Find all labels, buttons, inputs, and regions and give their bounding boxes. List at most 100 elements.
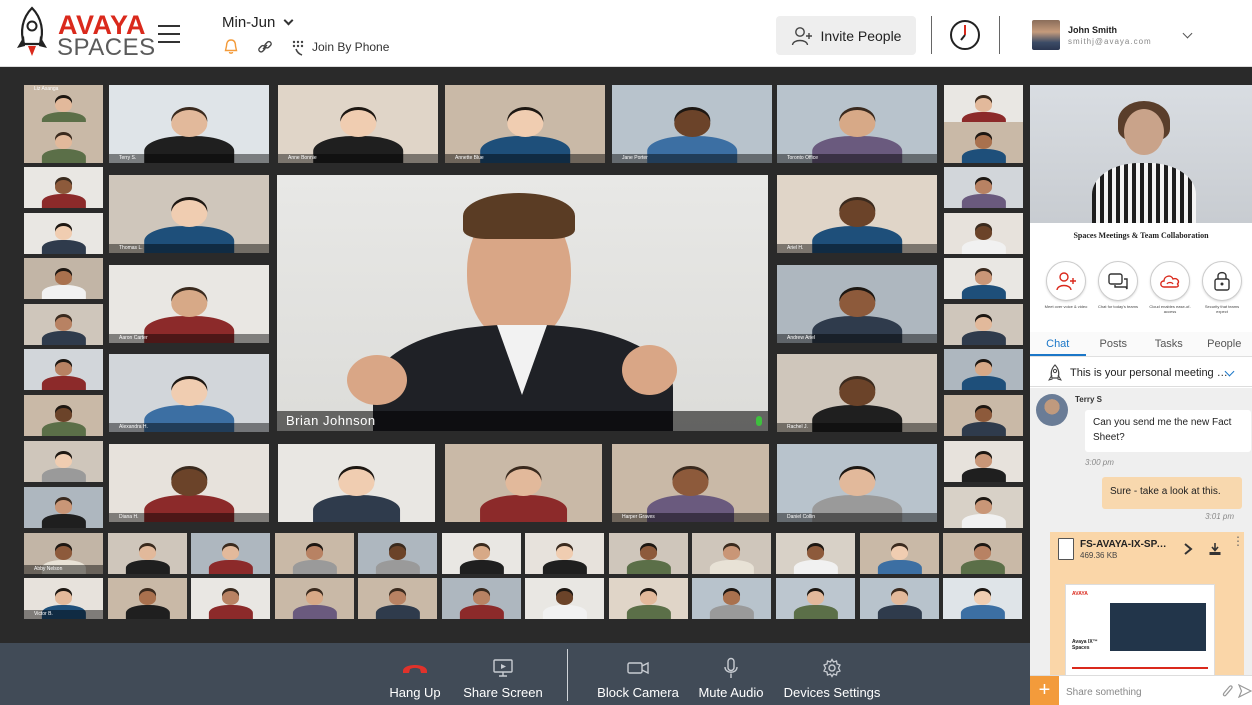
user-profile[interactable]: John Smith smithj@avaya.com (1032, 20, 1152, 50)
participant-video-tile[interactable]: Abby Nelson (24, 533, 103, 574)
add-attachment-button[interactable]: + (1030, 676, 1059, 705)
participant-video-tile[interactable] (24, 258, 103, 299)
clock-icon[interactable] (949, 19, 981, 51)
participant-video-tile[interactable] (108, 533, 187, 574)
call-controls-toolbar: Hang Up Share Screen Block Camera Mute A… (0, 643, 1030, 705)
participant-video-tile[interactable]: Ariel H. (777, 175, 937, 253)
participant-video-tile[interactable] (278, 444, 435, 522)
participant-video-tile[interactable] (358, 578, 437, 619)
participant-video-tile[interactable] (445, 444, 602, 522)
participant-video-tile[interactable]: Alexandra H. (109, 354, 269, 432)
participant-video-tile[interactable]: Diana H. (109, 444, 269, 522)
feature-cloud[interactable]: Cloud enables ease-of-access (1148, 261, 1192, 314)
invite-people-button[interactable]: Invite People (776, 16, 916, 55)
participant-video-tile[interactable] (609, 533, 688, 574)
participant-video-tile[interactable] (525, 578, 604, 619)
participant-video-tile[interactable]: Victor B. (24, 578, 103, 619)
meeting-title-dropdown[interactable]: Min-Jun (222, 14, 294, 31)
participant-video-tile[interactable]: Harper Graves (612, 444, 769, 522)
participant-video-tile[interactable] (860, 533, 939, 574)
participant-video-tile[interactable] (24, 349, 103, 390)
participant-video-tile[interactable] (442, 533, 521, 574)
participant-video-tile[interactable] (776, 533, 855, 574)
chevron-right-icon[interactable] (1182, 542, 1194, 556)
participant-video-tile[interactable]: Toronto Office (777, 85, 937, 163)
participant-video-tile[interactable]: Daniel Collin (777, 444, 937, 522)
participant-video-tile[interactable] (944, 213, 1023, 254)
participant-video-tile[interactable] (943, 578, 1022, 619)
participant-video-tile[interactable] (24, 122, 103, 163)
participant-video-tile[interactable] (944, 395, 1023, 436)
participant-video-tile[interactable] (275, 578, 354, 619)
feature-security[interactable]: Security that teams expect (1200, 261, 1244, 314)
participant-video-tile[interactable] (692, 533, 771, 574)
participant-video-tile[interactable] (943, 533, 1022, 574)
participant-video-tile[interactable] (609, 578, 688, 619)
bell-icon[interactable] (222, 38, 240, 56)
participant-video-tile[interactable]: Jane Porter (612, 85, 772, 163)
participant-video-tile[interactable] (191, 578, 270, 619)
avaya-spaces-logo[interactable]: AVAYA SPACES (14, 6, 155, 62)
participant-video-tile[interactable] (24, 167, 103, 208)
link-icon[interactable] (256, 38, 274, 56)
feature-voice-video[interactable]: Meet over voice & video (1044, 261, 1088, 314)
participant-video-tile[interactable]: Rachel J. (777, 354, 937, 432)
block-camera-button[interactable]: Block Camera (596, 657, 680, 700)
meeting-actions-row: Join By Phone (222, 38, 389, 56)
participant-video-tile[interactable]: Terry S. (109, 85, 269, 163)
devices-settings-button[interactable]: Devices Settings (782, 657, 882, 700)
file-preview-thumbnail[interactable]: AVAYA Avaya IX™ Spaces (1065, 584, 1215, 675)
chevron-down-icon[interactable] (1182, 28, 1193, 39)
participant-video-tile[interactable] (944, 441, 1023, 482)
tab-people[interactable]: People (1197, 332, 1252, 356)
participant-video-tile[interactable] (944, 349, 1023, 390)
participant-name-label: Jane Porter (612, 154, 772, 163)
participant-video-tile[interactable] (24, 395, 103, 436)
main-speaker-video[interactable]: Brian Johnson (277, 175, 768, 431)
participant-video-tile[interactable] (944, 304, 1023, 345)
participant-video-tile[interactable] (358, 533, 437, 574)
message-input[interactable] (1066, 684, 1216, 700)
participant-video-tile[interactable] (944, 122, 1023, 163)
participant-video-tile[interactable]: Anne Bonnie (278, 85, 438, 163)
download-icon[interactable] (1208, 542, 1222, 556)
participant-video-tile[interactable] (275, 533, 354, 574)
mute-audio-button[interactable]: Mute Audio (696, 657, 766, 700)
personal-meeting-notice[interactable]: This is your personal meeting space (1030, 359, 1252, 387)
send-icon[interactable] (1238, 684, 1252, 698)
participant-video-tile[interactable]: Thomas L. (109, 175, 269, 253)
share-screen-button[interactable]: Share Screen (462, 657, 544, 700)
tab-posts[interactable]: Posts (1086, 332, 1142, 356)
file-attachment-card[interactable]: FS-AVAYA-IX-SPACES.pdf 469.36 KB AVAYA A… (1050, 532, 1244, 675)
participant-video-tile[interactable] (944, 167, 1023, 208)
participant-video-tile[interactable] (24, 487, 103, 528)
participant-video-tile[interactable]: Aaron Carter (109, 265, 269, 343)
participant-video-tile[interactable]: Liz Asanga (24, 85, 103, 126)
participant-video-tile[interactable]: Annette Blue (445, 85, 605, 163)
feature-chat[interactable]: Chat for today's teams (1096, 261, 1140, 314)
file-name[interactable]: FS-AVAYA-IX-SPACES.pdf (1080, 539, 1170, 550)
participant-video-tile[interactable] (24, 441, 103, 482)
participant-video-tile[interactable] (191, 533, 270, 574)
participant-video-tile[interactable] (24, 304, 103, 345)
participant-video-tile[interactable] (692, 578, 771, 619)
participant-video-tile[interactable] (944, 85, 1023, 126)
participant-video-tile[interactable]: Andrew Ariel (777, 265, 937, 343)
tab-chat[interactable]: Chat (1030, 332, 1086, 356)
gear-icon (823, 658, 841, 678)
paperclip-icon[interactable] (1222, 684, 1234, 700)
participant-video-tile[interactable] (525, 533, 604, 574)
participant-video-tile[interactable] (24, 213, 103, 254)
participant-video-tile[interactable] (944, 258, 1023, 299)
participant-video-tile[interactable] (944, 487, 1023, 528)
hang-up-button[interactable]: Hang Up (385, 657, 445, 700)
participant-video-tile[interactable] (108, 578, 187, 619)
more-options-icon[interactable]: ⋮ (1232, 534, 1244, 548)
join-by-phone-link[interactable]: Join By Phone (312, 40, 389, 54)
participant-video-tile[interactable] (860, 578, 939, 619)
tab-tasks[interactable]: Tasks (1141, 332, 1197, 356)
menu-icon[interactable] (158, 25, 180, 43)
phone-dialpad-icon[interactable] (290, 38, 308, 56)
participant-video-tile[interactable] (776, 578, 855, 619)
participant-video-tile[interactable] (442, 578, 521, 619)
